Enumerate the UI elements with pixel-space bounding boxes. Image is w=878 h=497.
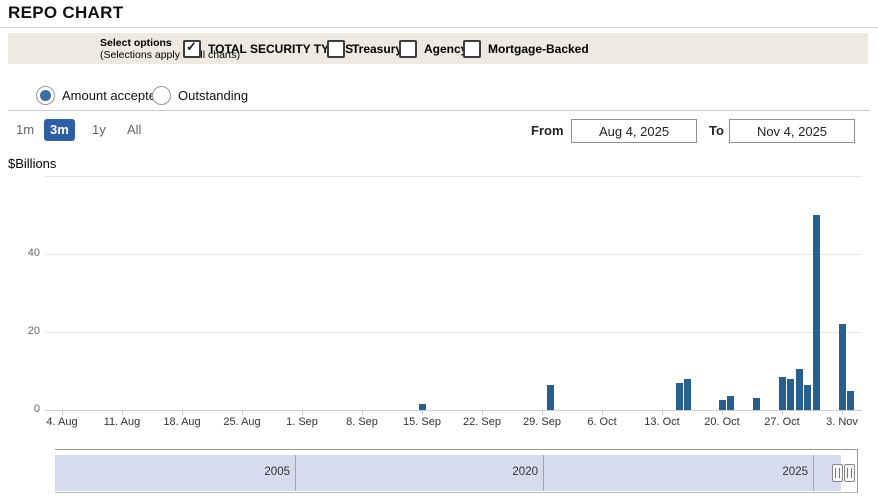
to-label: To (709, 123, 724, 138)
navigator-year-label: 2020 (478, 466, 538, 478)
chart-bar (676, 383, 683, 410)
x-tick-mark (62, 410, 63, 415)
checkbox-agency[interactable]: Agency (399, 33, 467, 64)
checkbox-mortgage-backed[interactable]: Mortgage-Backed (463, 33, 589, 64)
divider (8, 110, 870, 111)
y-tick-label: 0 (8, 403, 40, 415)
chart-bar (419, 404, 426, 410)
x-tick-label: 13. Oct (632, 416, 692, 428)
navigator-year-label: 2005 (230, 466, 290, 478)
options-bar: Select options (Selections apply to all … (8, 33, 868, 64)
navigator-year-gridline (295, 455, 296, 491)
chart-bar (804, 385, 811, 410)
y-tick-label: 40 (8, 247, 40, 259)
x-tick-label: 11. Aug (92, 416, 152, 428)
radio-outstanding[interactable]: Outstanding (152, 83, 248, 107)
x-tick-label: 8. Sep (332, 416, 392, 428)
y-gridline (45, 176, 862, 177)
navigator-handle-right[interactable] (844, 464, 855, 482)
checkbox-icon (327, 40, 345, 58)
chart-bar (547, 385, 554, 410)
chart-bar (796, 369, 803, 410)
x-tick-label: 15. Sep (392, 416, 452, 428)
radio-icon (152, 86, 171, 105)
radio-label: Amount accepted (62, 88, 163, 103)
y-gridline (45, 332, 862, 333)
radio-label: Outstanding (178, 88, 248, 103)
from-date-input[interactable] (571, 119, 697, 143)
x-tick-mark (662, 410, 663, 415)
checkbox-treasury[interactable]: Treasury (327, 33, 402, 64)
to-date-input[interactable] (729, 119, 855, 143)
from-label: From (531, 123, 564, 138)
navigator-year-gridline (813, 455, 814, 491)
navigator-handle-left[interactable] (832, 464, 843, 482)
range-button-1y[interactable]: 1y (86, 119, 112, 141)
chart-bar (813, 215, 820, 410)
x-tick-mark (182, 410, 183, 415)
checkbox-label: Agency (424, 42, 467, 56)
chart-bar (787, 379, 794, 410)
checkbox-icon (463, 40, 481, 58)
x-tick-label: 29. Sep (512, 416, 572, 428)
checkbox-label: Treasury (352, 42, 402, 56)
x-tick-mark (482, 410, 483, 415)
x-tick-mark (842, 410, 843, 415)
x-tick-mark (302, 410, 303, 415)
navigator-outline-bottom (55, 492, 858, 493)
x-tick-mark (542, 410, 543, 415)
range-button-all[interactable]: All (121, 119, 147, 141)
x-tick-mark (782, 410, 783, 415)
x-tick-label: 20. Oct (692, 416, 752, 428)
x-tick-mark (362, 410, 363, 415)
range-button-1m[interactable]: 1m (10, 119, 40, 141)
x-tick-label: 25. Aug (212, 416, 272, 428)
navigator-outline-top (55, 449, 858, 450)
chart-bar (684, 379, 691, 410)
y-tick-label: 20 (8, 325, 40, 337)
navigator-year-gridline (543, 455, 544, 491)
x-tick-mark (122, 410, 123, 415)
chart-bar (753, 398, 760, 410)
chart-bar (727, 396, 734, 410)
x-tick-label: 1. Sep (272, 416, 332, 428)
checkbox-icon (183, 40, 201, 58)
radio-icon (36, 86, 55, 105)
x-tick-label: 3. Nov (812, 416, 872, 428)
x-tick-label: 4. Aug (32, 416, 92, 428)
x-tick-mark (602, 410, 603, 415)
x-tick-label: 18. Aug (152, 416, 212, 428)
chart-bar (719, 400, 726, 410)
radio-amount-accepted[interactable]: Amount accepted (36, 83, 163, 107)
series-toggle-row: Amount accepted Outstanding (0, 83, 878, 107)
x-tick-mark (722, 410, 723, 415)
chart-bar (847, 391, 854, 411)
x-tick-label: 6. Oct (572, 416, 632, 428)
checkbox-label: Mortgage-Backed (488, 42, 589, 56)
y-axis-title: $Billions (8, 156, 56, 171)
chart-bar (779, 377, 786, 410)
navigator-outline-right (857, 449, 858, 492)
checkbox-icon (399, 40, 417, 58)
range-button-3m[interactable]: 3m (44, 119, 75, 141)
x-tick-label: 22. Sep (452, 416, 512, 428)
x-tick-label: 27. Oct (752, 416, 812, 428)
navigator-year-label: 2025 (748, 466, 808, 478)
chart-bar (839, 324, 846, 410)
y-gridline (45, 254, 862, 255)
page-title: REPO CHART (8, 3, 123, 23)
repo-chart-page: REPO CHART Select options (Selections ap… (0, 0, 878, 497)
navigator-track[interactable] (55, 455, 841, 491)
x-axis-line (45, 410, 862, 411)
x-tick-mark (422, 410, 423, 415)
title-divider (0, 27, 878, 28)
x-tick-mark (242, 410, 243, 415)
